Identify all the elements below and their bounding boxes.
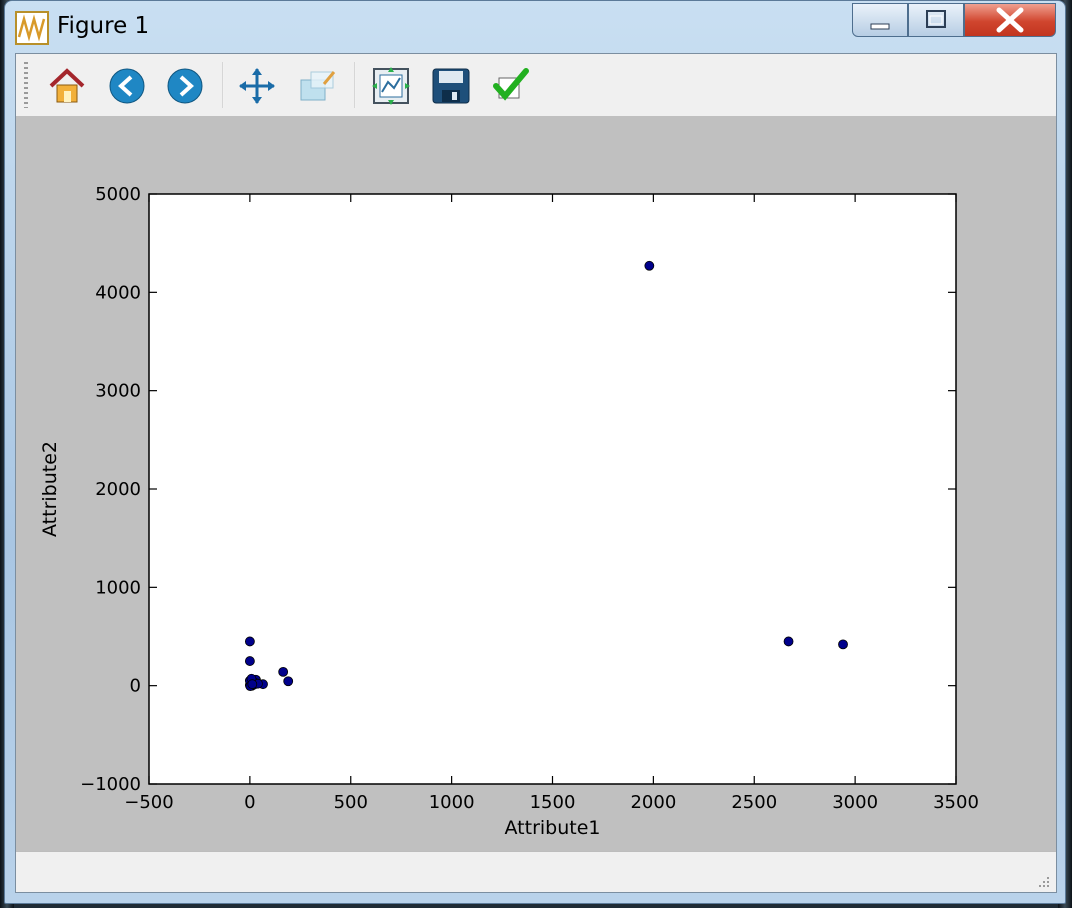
scatter-point [244, 636, 255, 647]
y-tick-label: 5000 [95, 184, 141, 205]
plot-area[interactable] [148, 193, 957, 785]
x-tick-label: 0 [244, 792, 255, 813]
x-tick-label: 2500 [731, 792, 777, 813]
minimize-icon [870, 23, 890, 30]
title-bar[interactable]: Figure 1 [5, 1, 1065, 53]
matplotlib-app-icon [15, 11, 49, 45]
scatter-point [247, 679, 258, 690]
x-tick-label: 1500 [530, 792, 576, 813]
y-tick-label: 0 [130, 676, 141, 697]
scatter-point [244, 656, 255, 666]
x-tick-label: 2000 [630, 792, 676, 813]
floppy-disk-icon[interactable] [430, 66, 472, 106]
move-arrows-icon[interactable] [236, 66, 278, 106]
zoom-rect-icon[interactable] [296, 66, 338, 106]
forward-arrow-icon[interactable] [164, 66, 206, 106]
y-axis-label: Attribute2 [39, 441, 61, 537]
x-tick-label: −500 [124, 792, 173, 813]
figure-client-area: −500 0 500 1000 1500 2000 2500 3000 3500 −1000 0 10… [15, 53, 1057, 893]
x-tick-label: 500 [334, 792, 368, 813]
x-axis-label: Attribute1 [505, 817, 601, 839]
resize-grip-icon[interactable] [1036, 874, 1050, 888]
scatter-point [644, 260, 655, 271]
x-tick-label: 1000 [429, 792, 475, 813]
figure-window: Figure 1 −500 0 500 1000 1500 2000 2500 … [4, 0, 1066, 904]
subplots-icon[interactable] [370, 66, 412, 106]
back-arrow-icon[interactable] [106, 66, 148, 106]
checkmark-icon[interactable] [490, 66, 532, 106]
scatter-point [783, 636, 794, 647]
x-tick-label: 3000 [832, 792, 878, 813]
y-tick-label: 2000 [95, 479, 141, 500]
toolbar-separator [354, 62, 356, 108]
scatter-point [278, 667, 289, 677]
window-title: Figure 1 [57, 13, 150, 39]
maximize-icon [926, 10, 946, 28]
toolbar-grip[interactable] [24, 62, 28, 108]
x-tick-label: 3500 [933, 792, 979, 813]
home-icon[interactable] [46, 66, 88, 106]
toolbar-separator [222, 62, 224, 108]
y-tick-label: 3000 [95, 381, 141, 402]
navigation-toolbar [16, 54, 1056, 117]
y-tick-label: −1000 [80, 774, 141, 795]
scatter-point [838, 639, 848, 650]
close-icon [996, 7, 1024, 33]
figure-canvas[interactable]: −500 0 500 1000 1500 2000 2500 3000 3500 −1000 0 10… [16, 116, 1056, 852]
minimize-button[interactable] [852, 3, 908, 37]
close-button[interactable] [964, 3, 1056, 37]
status-bar [16, 851, 1056, 892]
y-tick-label: 4000 [95, 282, 141, 303]
y-tick-label: 1000 [95, 577, 141, 598]
maximize-button[interactable] [908, 3, 964, 37]
scatter-point [283, 676, 294, 687]
